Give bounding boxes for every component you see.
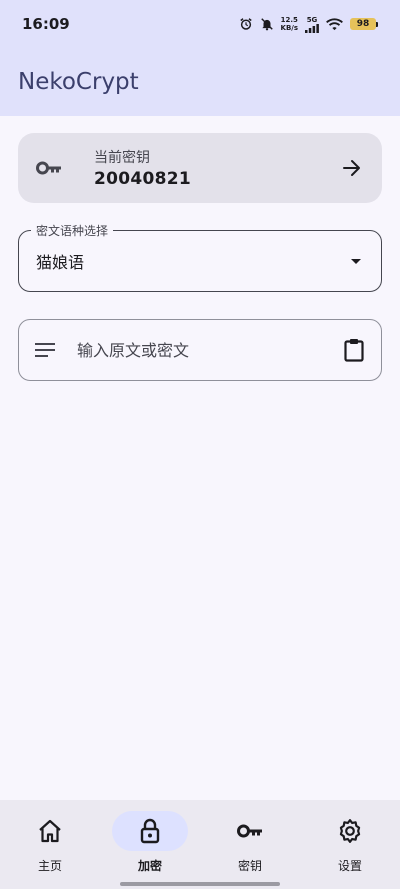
app-bar: NekoCrypt [0, 48, 400, 116]
status-bar: 16:09 12.5 KB/s 5G 98 [0, 0, 400, 48]
key-label: 当前密钥 [94, 150, 150, 166]
status-icons: 12.5 KB/s 5G 98 [239, 16, 378, 33]
nav-home-icon-wrap [12, 811, 88, 851]
nav-settings-icon-wrap [312, 811, 388, 851]
cipher-select-value: 猫娘语 [36, 253, 85, 272]
lock-icon [140, 818, 160, 844]
nav-item-home[interactable]: 主页 [0, 811, 100, 889]
network-type: 5G [306, 15, 318, 24]
status-time: 16:09 [22, 15, 70, 33]
gear-icon [339, 819, 361, 843]
app-title: NekoCrypt [18, 69, 139, 95]
home-icon [39, 819, 61, 843]
battery-level: 98 [350, 18, 376, 30]
nav-item-encrypt[interactable]: 加密 [100, 811, 200, 889]
nav-label-key: 密钥 [237, 859, 262, 873]
wifi-icon [326, 17, 343, 31]
signal-icon [305, 23, 319, 33]
signal-group: 5G [305, 16, 319, 33]
nav-label-encrypt: 加密 [137, 859, 162, 873]
battery-indicator: 98 [350, 18, 378, 30]
mute-bell-icon [260, 17, 274, 31]
key-texts: 当前密钥 20040821 [94, 147, 340, 189]
nav-encrypt-icon-wrap [112, 811, 188, 851]
nav-item-key[interactable]: 密钥 [200, 811, 300, 889]
cipher-select-legend: 密文语种选择 [31, 222, 114, 239]
key-icon [237, 824, 262, 838]
nav-key-icon-wrap [212, 811, 288, 851]
alarm-icon [239, 17, 253, 31]
dropdown-arrow-icon[interactable] [351, 258, 361, 264]
text-lines-icon [35, 339, 57, 361]
network-speed-value: 12.5 [280, 16, 298, 24]
current-key-card[interactable]: 当前密钥 20040821 [18, 133, 382, 203]
bottom-navigation: 主页 加密 密钥 设置 [0, 800, 400, 889]
home-gesture-bar[interactable] [120, 882, 280, 886]
battery-tip [376, 21, 378, 27]
clipboard-paste-icon[interactable] [341, 337, 367, 363]
key-icon [36, 155, 62, 181]
key-value: 20040821 [94, 169, 192, 189]
network-speed: 12.5 KB/s [281, 16, 298, 32]
arrow-right-icon[interactable] [340, 156, 364, 180]
nav-item-settings[interactable]: 设置 [300, 811, 400, 889]
nav-label-settings: 设置 [337, 859, 362, 873]
text-input-field[interactable] [18, 319, 382, 381]
cipher-language-select[interactable]: 密文语种选择 猫娘语 [18, 222, 382, 292]
text-input[interactable] [77, 340, 341, 360]
network-speed-unit: KB/s [280, 24, 298, 32]
nav-label-home: 主页 [37, 859, 62, 873]
